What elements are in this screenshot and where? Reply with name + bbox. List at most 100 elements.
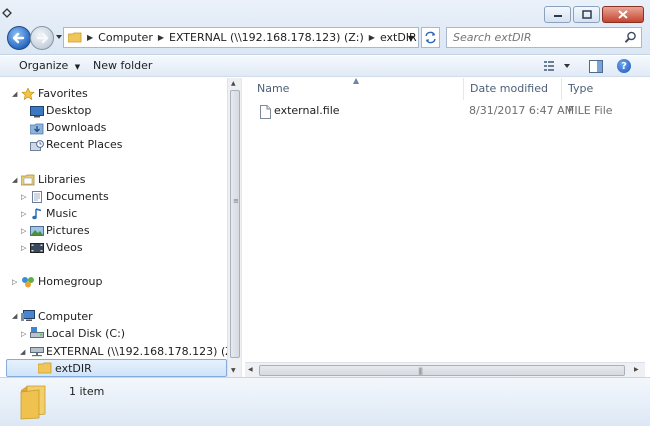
chevron-right-icon[interactable]: ▶ (158, 33, 164, 42)
expanded-arrow-icon[interactable]: ◢ (12, 176, 17, 184)
file-date-modified: 8/31/2017 6:47 AM (469, 104, 575, 117)
tree-item-pictures[interactable]: Pictures (46, 224, 90, 237)
chevron-right-icon[interactable]: ▶ (369, 33, 375, 42)
title-bar: ▶ Computer ▶ EXTERNAL (\\192.168.178.123… (0, 0, 650, 55)
arrow-left-icon (12, 32, 25, 44)
tree-item-music[interactable]: Music (46, 207, 77, 220)
column-header-type[interactable]: Type (568, 82, 593, 95)
homegroup-icon (22, 277, 34, 288)
desktop-icon (30, 106, 44, 118)
scroll-left-icon[interactable]: ◀ (248, 366, 253, 373)
collapsed-arrow-icon[interactable]: ▷ (21, 244, 26, 252)
expanded-arrow-icon[interactable]: ◢ (12, 312, 17, 320)
tree-item-local-disk[interactable]: Local Disk (C:) (46, 327, 125, 340)
search-icon[interactable] (624, 31, 637, 44)
tree-item-external-drive[interactable]: EXTERNAL (\\192.168.178.123) (Z:) (46, 345, 241, 358)
file-name[interactable]: external.file (274, 104, 340, 122)
collapsed-arrow-icon[interactable]: ▷ (21, 227, 26, 235)
file-list: ▲ Name Date modified Type external.file … (245, 76, 650, 377)
tree-item-homegroup[interactable]: Homegroup (38, 275, 102, 288)
local-disk-icon (30, 327, 44, 338)
minimize-icon (553, 14, 562, 17)
computer-icon (21, 310, 35, 321)
chevron-down-icon: ▼ (74, 63, 81, 71)
collapsed-arrow-icon[interactable]: ▷ (21, 330, 26, 338)
refresh-button[interactable] (421, 27, 440, 48)
tree-item-favorites[interactable]: Favorites (38, 87, 88, 100)
maximize-icon (581, 10, 592, 19)
scroll-right-icon[interactable]: ▶ (634, 366, 639, 373)
system-menu-icon[interactable] (2, 8, 12, 18)
organize-label: Organize (19, 59, 69, 72)
tree-item-documents[interactable]: Documents (46, 190, 109, 203)
change-view-button[interactable] (543, 60, 573, 75)
item-count: 1 item (69, 385, 105, 398)
tree-item-downloads[interactable]: Downloads (46, 121, 106, 134)
search-input[interactable] (453, 31, 613, 44)
arrow-right-icon (36, 32, 49, 44)
details-pane: 1 item (0, 377, 650, 426)
new-folder-button[interactable]: New folder (93, 59, 152, 72)
expanded-arrow-icon[interactable]: ◢ (12, 90, 17, 98)
folder-icon (38, 362, 52, 374)
preview-pane-button[interactable] (589, 60, 603, 76)
column-divider[interactable] (463, 78, 464, 100)
file-type: FILE File (568, 104, 613, 117)
tree-item-videos[interactable]: Videos (46, 241, 83, 254)
window-controls (542, 6, 644, 23)
sort-ascending-icon: ▲ (353, 76, 360, 85)
videos-icon (30, 243, 44, 253)
grip-icon: ≡ (233, 197, 239, 205)
search-box[interactable] (446, 27, 642, 48)
grip-icon: ||| (418, 367, 423, 375)
tree-item-computer[interactable]: Computer (38, 310, 93, 323)
star-icon (21, 88, 35, 100)
column-header-name[interactable]: Name (257, 82, 289, 95)
libraries-icon (21, 174, 35, 186)
help-icon: ? (621, 60, 627, 72)
tree-item-libraries[interactable]: Libraries (38, 173, 86, 186)
view-list-icon (544, 61, 570, 71)
organize-button[interactable]: Organize ▼ (19, 59, 80, 72)
maximize-button[interactable] (573, 6, 600, 23)
address-bar[interactable]: ▶ Computer ▶ EXTERNAL (\\192.168.178.123… (63, 27, 419, 48)
collapsed-arrow-icon[interactable]: ▷ (21, 193, 26, 201)
file-icon (260, 105, 271, 119)
navigation-scrollbar[interactable]: ▲ ≡ ▼ (227, 78, 241, 377)
close-button[interactable] (602, 6, 644, 23)
preview-pane-icon (589, 60, 603, 73)
pictures-icon (30, 226, 44, 236)
scroll-up-icon[interactable]: ▲ (231, 80, 236, 87)
chevron-down-icon[interactable]: ▼ (408, 34, 414, 43)
tree-item-extdir[interactable]: extDIR (55, 362, 92, 375)
music-icon (32, 208, 42, 220)
scroll-down-icon[interactable]: ▼ (231, 367, 236, 374)
minimize-button[interactable] (544, 6, 571, 23)
collapsed-arrow-icon[interactable]: ▷ (21, 210, 26, 218)
expanded-arrow-icon[interactable]: ◢ (20, 348, 25, 356)
breadcrumb-external[interactable]: EXTERNAL (\\192.168.178.123) (Z:) (169, 31, 364, 44)
breadcrumb-computer[interactable]: Computer (98, 31, 153, 44)
network-drive-icon (30, 347, 44, 357)
file-list-scrollbar[interactable]: ◀ ||| ▶ (245, 362, 645, 377)
scroll-thumb[interactable]: ≡ (230, 90, 240, 358)
tree-item-recent-places[interactable]: Recent Places (46, 138, 123, 151)
chevron-right-icon[interactable]: ▶ (87, 33, 93, 42)
back-button[interactable] (7, 26, 31, 50)
documents-icon (32, 191, 42, 203)
recent-places-icon (30, 140, 44, 151)
recent-pages-icon[interactable] (55, 33, 63, 41)
collapsed-arrow-icon[interactable]: ▷ (12, 278, 17, 286)
help-button[interactable]: ? (617, 59, 631, 73)
tree-item-desktop[interactable]: Desktop (46, 104, 91, 117)
refresh-icon (425, 31, 436, 44)
folder-icon (68, 32, 82, 43)
column-divider[interactable] (561, 78, 562, 100)
downloads-icon (30, 123, 44, 135)
folder-icon (20, 385, 46, 420)
forward-button[interactable] (30, 26, 54, 50)
scroll-thumb[interactable]: ||| (259, 365, 625, 376)
command-bar: Organize ▼ New folder ? (0, 56, 650, 77)
column-header-date-modified[interactable]: Date modified (470, 82, 548, 95)
close-icon (618, 10, 628, 19)
